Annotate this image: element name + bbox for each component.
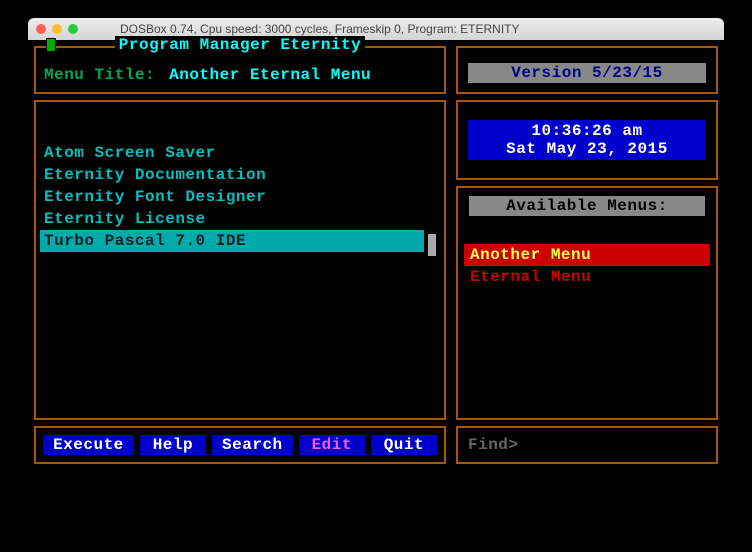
available-menus-header: Available Menus: bbox=[469, 196, 705, 216]
clock-panel: 10:36:26 am Sat May 23, 2015 bbox=[456, 100, 718, 180]
available-menus-list: Another Menu Eternal Menu bbox=[464, 244, 710, 288]
available-menu-item[interactable]: Eternal Menu bbox=[464, 266, 710, 288]
list-item[interactable]: Eternity Font Designer bbox=[40, 186, 440, 208]
menu-title-label: Menu Title: bbox=[44, 66, 155, 84]
edit-button[interactable]: Edit bbox=[299, 435, 365, 455]
window-title: DOSBox 0.74, Cpu speed: 3000 cycles, Fra… bbox=[120, 22, 520, 36]
minimize-traffic-light[interactable] bbox=[52, 24, 62, 34]
zoom-traffic-light[interactable] bbox=[68, 24, 78, 34]
program-list: Atom Screen Saver Eternity Documentation… bbox=[40, 116, 440, 412]
dos-screen: Program Manager Eternity Menu Title: Ano… bbox=[28, 40, 724, 470]
clock-box: 10:36:26 am Sat May 23, 2015 bbox=[468, 120, 705, 160]
available-menus-panel: Available Menus: Another Menu Eternal Me… bbox=[456, 186, 718, 420]
panel-title-main: Program Manager Eternity bbox=[115, 36, 365, 54]
clock-time: 10:36:26 am bbox=[468, 122, 705, 140]
close-traffic-light[interactable] bbox=[36, 24, 46, 34]
list-item[interactable]: Atom Screen Saver bbox=[40, 142, 440, 164]
find-prompt[interactable]: Find> bbox=[468, 436, 519, 454]
clock-date: Sat May 23, 2015 bbox=[468, 140, 705, 158]
available-menu-item-selected[interactable]: Another Menu bbox=[464, 244, 710, 266]
list-item-selected[interactable]: Turbo Pascal 7.0 IDE bbox=[40, 230, 424, 252]
search-button[interactable]: Search bbox=[212, 435, 293, 455]
quit-button[interactable]: Quit bbox=[371, 435, 437, 455]
version-text: Version 5/23/15 bbox=[468, 63, 705, 83]
program-list-panel: Atom Screen Saver Eternity Documentation… bbox=[34, 100, 446, 420]
execute-button[interactable]: Execute bbox=[43, 435, 134, 455]
find-panel: Find> bbox=[456, 426, 718, 464]
menu-title-value: Another Eternal Menu bbox=[169, 66, 371, 84]
help-button[interactable]: Help bbox=[140, 435, 206, 455]
list-item[interactable]: Eternity License bbox=[40, 208, 440, 230]
scrollbar-thumb[interactable] bbox=[428, 234, 436, 256]
header-panel: Program Manager Eternity Menu Title: Ano… bbox=[34, 46, 446, 94]
version-panel: Version 5/23/15 bbox=[456, 46, 718, 94]
button-bar: Execute Help Search Edit Quit bbox=[34, 426, 446, 464]
list-item[interactable]: Eternity Documentation bbox=[40, 164, 440, 186]
